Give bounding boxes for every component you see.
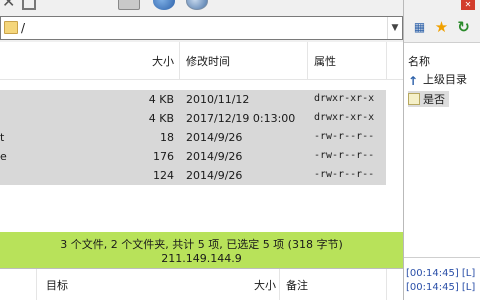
- log-panel: [00:14:45] [L] [00:14:45] [L]: [404, 257, 480, 300]
- view-icon[interactable]: ▦: [411, 19, 428, 36]
- path-value: /: [21, 21, 26, 35]
- column-divider[interactable]: [307, 42, 308, 80]
- transfer-queue: 目标 大小 备注: [0, 268, 403, 300]
- column-divider[interactable]: [36, 269, 37, 300]
- file-attributes: -rw-r--r--: [314, 169, 375, 180]
- status-summary: 3 个文件, 2 个文件夹, 共计 5 项, 已选定 5 项 (318 字节): [60, 238, 343, 251]
- column-divider[interactable]: [386, 42, 387, 80]
- column-queue-size[interactable]: 大小: [220, 277, 276, 293]
- checkbox-icon[interactable]: [22, 0, 36, 10]
- log-line: [00:14:45] [L]: [406, 268, 476, 279]
- file-attributes: -rw-r--r--: [314, 150, 375, 161]
- column-header: 大小 修改时间 属性: [0, 42, 403, 80]
- file-attributes: drwxr-xr-x: [314, 112, 375, 123]
- table-row[interactable]: 4 KB 2017/12/19 0:13:00 drwxr-xr-x: [0, 109, 403, 128]
- list-item[interactable]: 是否: [408, 91, 449, 107]
- globe-icon[interactable]: [153, 0, 175, 10]
- file-modified: 2010/11/12: [186, 93, 250, 106]
- network-icon[interactable]: [186, 0, 208, 10]
- path-input[interactable]: / ▼: [0, 16, 403, 40]
- column-divider[interactable]: [179, 42, 180, 80]
- column-divider[interactable]: [386, 269, 387, 300]
- column-target[interactable]: 目标: [46, 277, 68, 293]
- toolbar: ✕: [0, 0, 403, 12]
- file-icon: [408, 93, 420, 105]
- printer-icon[interactable]: [118, 0, 140, 10]
- up-arrow-icon: ↑: [408, 74, 419, 88]
- table-row[interactable]: t 18 2014/9/26 -rw-r--r--: [0, 128, 403, 147]
- column-divider[interactable]: [279, 269, 280, 300]
- file-name: e: [0, 150, 7, 163]
- table-row[interactable]: 124 2014/9/26 -rw-r--r--: [0, 166, 403, 185]
- status-host: 211.149.144.9: [161, 252, 242, 265]
- file-modified: 2014/9/26: [186, 131, 243, 144]
- star-icon[interactable]: ★: [433, 19, 450, 36]
- panel-titlebar: ✕: [404, 0, 480, 12]
- list-item-label: 是否: [423, 93, 445, 106]
- list-item-label: 上级目录: [423, 73, 467, 86]
- column-size[interactable]: 大小: [110, 53, 174, 69]
- file-name: t: [0, 131, 5, 144]
- table-row[interactable]: e 176 2014/9/26 -rw-r--r--: [0, 147, 403, 166]
- local-panel: ✕ ▦ ★ ↻ 名称 ↑ 上级目录 是否 [00:14:45] [L] [00:1…: [403, 0, 480, 300]
- file-modified: 2017/12/19 0:13:00: [186, 112, 296, 125]
- file-rows: 4 KB 2010/11/12 drwxr-xr-x 4 KB 2017/12/…: [0, 90, 403, 185]
- refresh-icon[interactable]: ↻: [455, 19, 472, 36]
- file-list: 大小 修改时间 属性 4 KB 2010/11/12 drwxr-xr-x 4 …: [0, 42, 403, 232]
- file-size: 18: [160, 131, 174, 144]
- close-icon[interactable]: ✕: [2, 0, 20, 10]
- list-item[interactable]: ↑ 上级目录: [408, 71, 467, 88]
- file-size: 124: [153, 169, 174, 182]
- file-size: 4 KB: [148, 93, 174, 106]
- column-name[interactable]: 名称: [408, 53, 430, 69]
- column-attributes[interactable]: 属性: [314, 53, 336, 69]
- file-attributes: drwxr-xr-x: [314, 93, 375, 104]
- column-modified[interactable]: 修改时间: [186, 53, 230, 69]
- table-row[interactable]: 4 KB 2010/11/12 drwxr-xr-x: [0, 90, 403, 109]
- file-modified: 2014/9/26: [186, 150, 243, 163]
- local-file-list: 名称 ↑ 上级目录 是否: [404, 42, 480, 257]
- panel-toolbar: ▦ ★ ↻: [404, 14, 480, 40]
- column-note[interactable]: 备注: [286, 277, 308, 293]
- file-modified: 2014/9/26: [186, 169, 243, 182]
- close-icon[interactable]: ✕: [461, 0, 475, 10]
- file-size: 4 KB: [148, 112, 174, 125]
- status-bar: 3 个文件, 2 个文件夹, 共计 5 项, 已选定 5 项 (318 字节) …: [0, 232, 403, 268]
- folder-icon: [4, 21, 18, 34]
- chevron-down-icon[interactable]: ▼: [387, 17, 402, 39]
- file-attributes: -rw-r--r--: [314, 131, 375, 142]
- file-size: 176: [153, 150, 174, 163]
- log-line: [00:14:45] [L]: [406, 282, 476, 293]
